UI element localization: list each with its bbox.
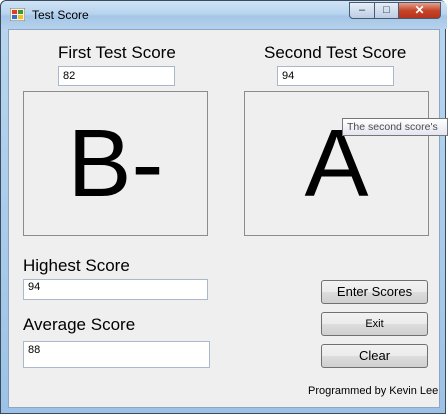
maximize-button[interactable]: □	[374, 2, 399, 19]
enter-scores-button[interactable]: Enter Scores	[321, 280, 428, 304]
credit-text: Programmed by Kevin Lee	[308, 385, 439, 397]
first-score-input[interactable]: 82	[58, 66, 175, 86]
first-grade-display: B-	[23, 91, 208, 236]
highest-score-field[interactable]: 94	[23, 279, 208, 300]
average-score-label: Average Score	[23, 315, 136, 334]
second-score-input[interactable]: 94	[277, 66, 394, 86]
first-score-label: First Test Score	[58, 43, 176, 62]
highest-score-label: Highest Score	[23, 256, 130, 275]
title-bar[interactable]: Test Score – □ ✕	[1, 1, 447, 29]
second-grade-display: A	[244, 91, 429, 236]
tooltip: The second score's	[342, 118, 448, 136]
window-title: Test Score	[32, 8, 89, 22]
minimize-button[interactable]: –	[349, 2, 375, 19]
app-icon	[9, 7, 26, 22]
close-button[interactable]: ✕	[398, 2, 441, 19]
second-score-label: Second Test Score	[264, 43, 407, 62]
average-score-field[interactable]: 88	[23, 341, 210, 368]
exit-button[interactable]: Exit	[321, 312, 428, 336]
clear-button[interactable]: Clear	[321, 344, 428, 368]
app-window: Test Score – □ ✕ First Test Score 82 B- …	[0, 0, 447, 414]
form-body: First Test Score 82 B- Second Test Score…	[8, 29, 440, 408]
